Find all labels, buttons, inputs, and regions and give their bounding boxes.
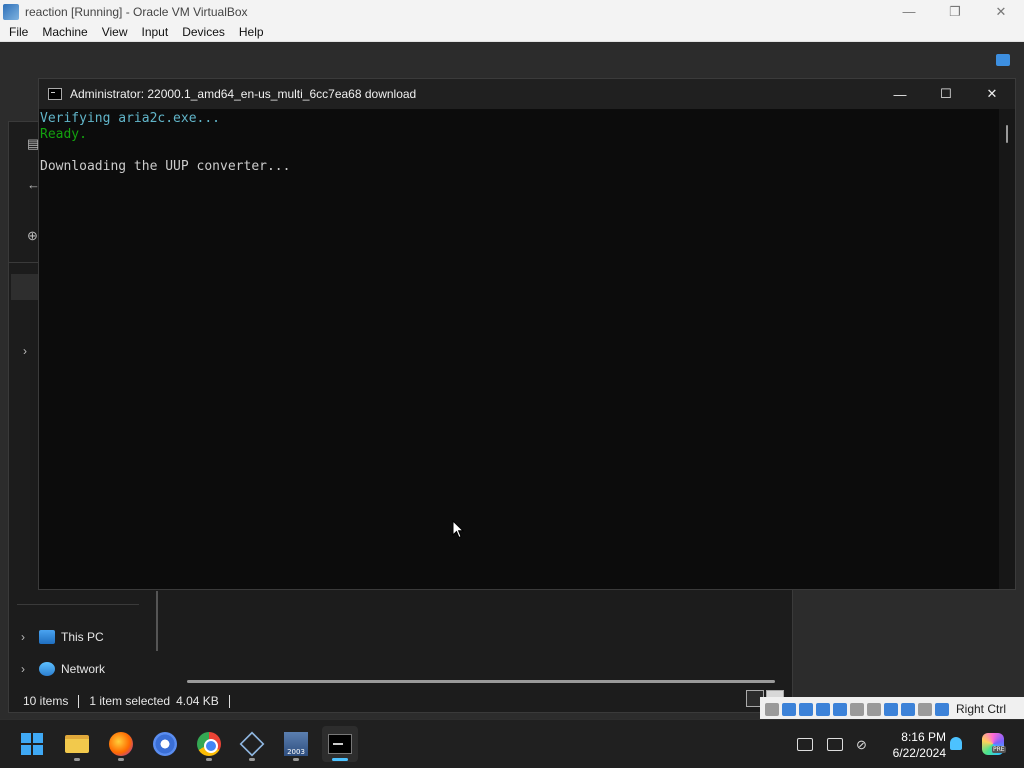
firefox-icon bbox=[109, 732, 133, 756]
terminal-icon bbox=[328, 734, 352, 754]
copilot-preview-badge: PRE bbox=[992, 746, 1006, 753]
keyboard-capture-icon[interactable] bbox=[935, 702, 949, 716]
menu-devices[interactable]: Devices bbox=[173, 25, 230, 39]
status-separator bbox=[228, 694, 230, 708]
host-minimize-button[interactable]: — bbox=[886, 0, 932, 23]
folder-icon bbox=[65, 735, 89, 753]
host-window-title: reaction [Running] - Oracle VM VirtualBo… bbox=[25, 4, 248, 19]
command-prompt-window[interactable]: Administrator: 22000.1_amd64_en-us_multi… bbox=[38, 78, 1016, 590]
new-item-icon[interactable]: ⊕ bbox=[27, 228, 38, 244]
windows-logo-icon bbox=[21, 733, 43, 755]
menu-file[interactable]: File bbox=[0, 25, 33, 39]
recording-icon[interactable] bbox=[884, 702, 898, 716]
taskbar-chrome[interactable] bbox=[191, 726, 227, 762]
cmd-titlebar[interactable]: Administrator: 22000.1_amd64_en-us_multi… bbox=[39, 79, 1015, 109]
network-icon bbox=[39, 662, 55, 676]
taskbar-virtualbox[interactable] bbox=[234, 726, 270, 762]
taskbar-visual-studio[interactable]: 2003 bbox=[278, 726, 314, 762]
virtualbox-cube-icon bbox=[239, 731, 265, 757]
status-separator bbox=[78, 694, 80, 708]
shared-folders-icon[interactable] bbox=[850, 702, 864, 716]
start-button[interactable] bbox=[14, 726, 50, 762]
status-item-count: 10 items bbox=[23, 694, 69, 708]
nav-item-this-pc[interactable]: › This PC bbox=[21, 630, 104, 644]
menu-input[interactable]: Input bbox=[133, 25, 174, 39]
display-icon[interactable] bbox=[867, 702, 881, 716]
nav-item-network[interactable]: › Network bbox=[21, 662, 105, 676]
status-size: 4.04 KB bbox=[176, 694, 219, 708]
notification-hint-icon[interactable] bbox=[996, 54, 1010, 66]
scrollbar-thumb[interactable] bbox=[1006, 125, 1008, 143]
mouse-cursor-icon bbox=[452, 519, 465, 544]
terminal-line: Downloading the UUP converter... bbox=[40, 159, 291, 174]
chrome-icon bbox=[197, 732, 221, 756]
taskbar-chromium[interactable] bbox=[147, 726, 183, 762]
chevron-right-icon[interactable]: › bbox=[21, 662, 39, 676]
nav-selected-row bbox=[11, 274, 41, 300]
no-network-icon[interactable]: ⊘ bbox=[856, 737, 867, 753]
nav-divider bbox=[17, 604, 139, 605]
hard-disk-icon[interactable] bbox=[765, 702, 779, 716]
nav-item-label: This PC bbox=[61, 630, 104, 644]
expand-chevron-icon[interactable]: › bbox=[23, 344, 27, 358]
host-menubar: File Machine View Input Devices Help bbox=[0, 23, 1024, 42]
usb-icon[interactable] bbox=[833, 702, 847, 716]
cmd-maximize-button[interactable]: ☐ bbox=[923, 79, 969, 109]
display-tray-icon[interactable] bbox=[827, 738, 843, 751]
terminal-scrollbar[interactable] bbox=[999, 109, 1015, 589]
cmd-close-button[interactable]: ✕ bbox=[969, 79, 1015, 109]
explorer-status-bar: 10 items 1 item selected 4.04 KB bbox=[23, 694, 230, 708]
guest-desktop: ▤ ← ⊕ › › This PC › Network 10 items 1 i… bbox=[0, 43, 1024, 719]
taskbar: 2003 ⊘ 8:16 PM 6/22/2024 PRE bbox=[0, 719, 1024, 768]
taskbar-terminal[interactable] bbox=[322, 726, 358, 762]
host-key-label: Right Ctrl bbox=[956, 702, 1007, 716]
cmd-minimize-button[interactable]: — bbox=[877, 79, 923, 109]
terminal-line: Ready. bbox=[40, 127, 87, 142]
host-restore-button[interactable]: ❐ bbox=[932, 0, 978, 23]
cpu-icon[interactable] bbox=[901, 702, 915, 716]
pane-splitter[interactable] bbox=[156, 591, 158, 651]
audio-icon[interactable] bbox=[799, 702, 813, 716]
status-selected: 1 item selected bbox=[89, 694, 171, 708]
system-tray: ⊘ bbox=[790, 720, 873, 768]
host-close-button[interactable]: ✕ bbox=[978, 0, 1024, 23]
network-adapter-icon[interactable] bbox=[816, 702, 830, 716]
optical-drive-icon[interactable] bbox=[782, 702, 796, 716]
taskbar-firefox[interactable] bbox=[103, 726, 139, 762]
terminal-output[interactable]: Verifying aria2c.exe... Ready. Downloadi… bbox=[39, 109, 1001, 589]
menu-view[interactable]: View bbox=[93, 25, 133, 39]
vbox-status-icons: Right Ctrl bbox=[765, 700, 1006, 718]
chromium-icon bbox=[153, 732, 177, 756]
mouse-integration-icon[interactable] bbox=[918, 702, 932, 716]
terminal-line: Verifying aria2c.exe... bbox=[40, 111, 221, 126]
cmd-window-controls: — ☐ ✕ bbox=[877, 79, 1015, 109]
virtualbox-icon bbox=[3, 3, 19, 20]
cmd-window-title: Administrator: 22000.1_amd64_en-us_multi… bbox=[70, 87, 417, 101]
chevron-right-icon[interactable]: › bbox=[21, 630, 39, 644]
menu-help[interactable]: Help bbox=[230, 25, 269, 39]
visual-studio-2003-icon: 2003 bbox=[284, 732, 308, 756]
clock-date: 6/22/2024 bbox=[892, 746, 946, 760]
clock-time: 8:16 PM bbox=[901, 730, 946, 744]
host-titlebar: reaction [Running] - Oracle VM VirtualBo… bbox=[0, 0, 1024, 23]
taskbar-file-explorer[interactable] bbox=[59, 726, 95, 762]
horizontal-scrollbar[interactable] bbox=[187, 680, 775, 683]
taskbar-clock[interactable]: 8:16 PM 6/22/2024 bbox=[880, 729, 946, 761]
screen: reaction [Running] - Oracle VM VirtualBo… bbox=[0, 0, 1024, 768]
nav-separator bbox=[9, 262, 39, 263]
this-pc-icon bbox=[39, 630, 55, 644]
notification-bell-icon[interactable] bbox=[950, 737, 962, 750]
keyboard-icon[interactable] bbox=[797, 738, 813, 751]
nav-item-label: Network bbox=[61, 662, 106, 676]
menu-machine[interactable]: Machine bbox=[33, 25, 92, 39]
host-window-controls: — ❐ ✕ bbox=[886, 0, 1024, 23]
cmd-icon bbox=[48, 88, 62, 100]
